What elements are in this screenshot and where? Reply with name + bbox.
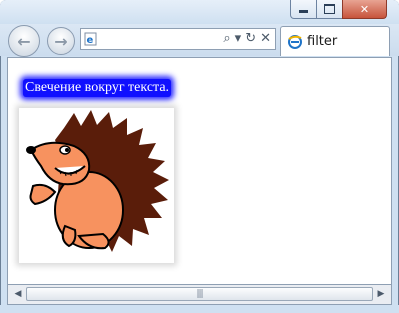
- hedgehog-image: [19, 108, 174, 263]
- minimize-icon: [299, 10, 308, 13]
- svg-text:e: e: [87, 35, 94, 46]
- minimize-button[interactable]: [290, 0, 317, 19]
- close-icon: ✕: [359, 2, 370, 16]
- close-button[interactable]: ✕: [342, 0, 387, 19]
- stop-icon[interactable]: ✕: [260, 31, 271, 46]
- forward-button[interactable]: →: [47, 27, 75, 55]
- tab-filter[interactable]: filter: [280, 26, 390, 56]
- maximize-button[interactable]: [316, 0, 343, 19]
- ie-tab-icon: [288, 35, 302, 49]
- horizontal-scrollbar[interactable]: ◀ ||| ▶: [7, 285, 392, 305]
- browser-window: ✕ ← → e ⌕ ▾ ↻ ✕ filter Свечение вокруг т…: [0, 0, 399, 313]
- dropdown-icon[interactable]: ▾: [235, 31, 242, 46]
- page-content: Свечение вокруг текста.: [7, 57, 392, 285]
- search-icon[interactable]: ⌕: [223, 31, 230, 46]
- scroll-right-icon[interactable]: ▶: [374, 287, 388, 301]
- address-bar[interactable]: e ⌕ ▾ ↻ ✕: [80, 28, 276, 50]
- glow-text: Свечение вокруг текста.: [23, 79, 172, 97]
- back-button[interactable]: ←: [8, 25, 40, 57]
- back-arrow-icon: ←: [17, 31, 31, 51]
- maximize-icon: [324, 4, 335, 14]
- ie-page-icon: e: [84, 32, 97, 46]
- bottom-frame: [0, 305, 399, 313]
- refresh-icon[interactable]: ↻: [245, 31, 256, 46]
- scroll-left-icon[interactable]: ◀: [11, 287, 25, 301]
- tab-label: filter: [307, 34, 338, 49]
- scroll-thumb[interactable]: |||: [26, 287, 373, 301]
- title-bar: ✕: [0, 0, 399, 24]
- forward-arrow-icon: →: [54, 31, 68, 51]
- navigation-bar: ← → e ⌕ ▾ ↻ ✕ filter: [0, 24, 399, 57]
